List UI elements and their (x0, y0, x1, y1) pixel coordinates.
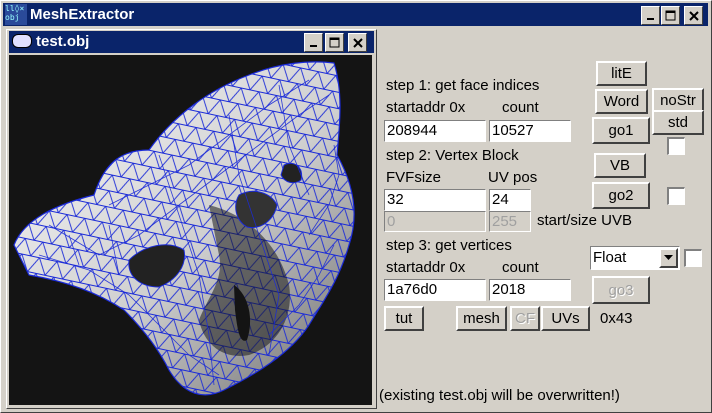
close-button[interactable] (684, 6, 703, 25)
child-maximize-button[interactable] (325, 33, 344, 52)
step2-uv-label: UV pos (488, 167, 538, 189)
close-icon (688, 10, 699, 21)
minimize-button[interactable] (641, 6, 660, 25)
step1-addr-input[interactable]: 208944 (384, 120, 486, 142)
step3-label: step 3: get vertices (386, 235, 512, 257)
step2-label: step 2: Vertex Block (386, 145, 519, 167)
format-select-value: Float (593, 249, 627, 266)
uvb-start-input: 0 (384, 211, 486, 232)
uv-pos-input[interactable]: 24 (489, 189, 531, 211)
step1-label: step 1: get face indices (386, 75, 540, 97)
uvs-button[interactable]: UVs (541, 306, 590, 331)
status-text: (existing test.obj will be overwritten!) (377, 385, 622, 407)
go3-button[interactable]: go3 (592, 276, 650, 304)
step2-checkbox[interactable] (667, 187, 685, 205)
minimize-icon (646, 17, 654, 20)
uvb-size-input: 255 (489, 211, 531, 232)
step1-count-label: count (502, 97, 539, 119)
step3-addr-input[interactable]: 1a76d0 (384, 279, 486, 301)
step3-count-label: count (502, 257, 539, 279)
child-title: test.obj (36, 33, 90, 50)
step3-addr-label: startaddr 0x (386, 257, 466, 279)
app-icon: ll◊× obj (5, 4, 27, 25)
step1-addr-label: startaddr 0x (386, 97, 466, 119)
step1-checkbox[interactable] (667, 137, 685, 155)
vb-button[interactable]: VB (594, 153, 646, 178)
maximize-icon (329, 37, 340, 48)
lite-button[interactable]: litE (596, 61, 647, 86)
maximize-button[interactable] (661, 6, 680, 25)
child-minimize-button[interactable] (304, 33, 323, 52)
mesh-file-icon (12, 34, 32, 48)
app-title: MeshExtractor (30, 6, 135, 23)
tut-button[interactable]: tut (384, 306, 424, 331)
close-icon (352, 37, 363, 48)
cf-button[interactable]: CF (510, 306, 540, 331)
mesh-button[interactable]: mesh (456, 306, 507, 331)
go2-button[interactable]: go2 (592, 182, 650, 209)
step2-fvf-label: FVFsize (386, 167, 442, 189)
step1-count-input[interactable]: 10527 (489, 120, 571, 142)
step3-count-input[interactable]: 2018 (489, 279, 571, 301)
child-close-button[interactable] (348, 33, 367, 52)
word-button[interactable]: Word (595, 89, 648, 114)
step3-checkbox[interactable] (684, 249, 702, 267)
uvb-label: start/size UVB (535, 210, 635, 232)
hex-value: 0x43 (600, 308, 633, 330)
chevron-down-icon (664, 255, 673, 260)
minimize-icon (309, 44, 317, 47)
fvf-size-input[interactable]: 32 (384, 189, 486, 211)
format-select-dropdown[interactable] (659, 248, 678, 268)
std-button[interactable]: std (652, 110, 704, 135)
mesh-render (13, 61, 355, 396)
mesh-viewport[interactable] (9, 55, 372, 405)
go1-button[interactable]: go1 (592, 117, 650, 144)
maximize-icon (665, 10, 676, 21)
